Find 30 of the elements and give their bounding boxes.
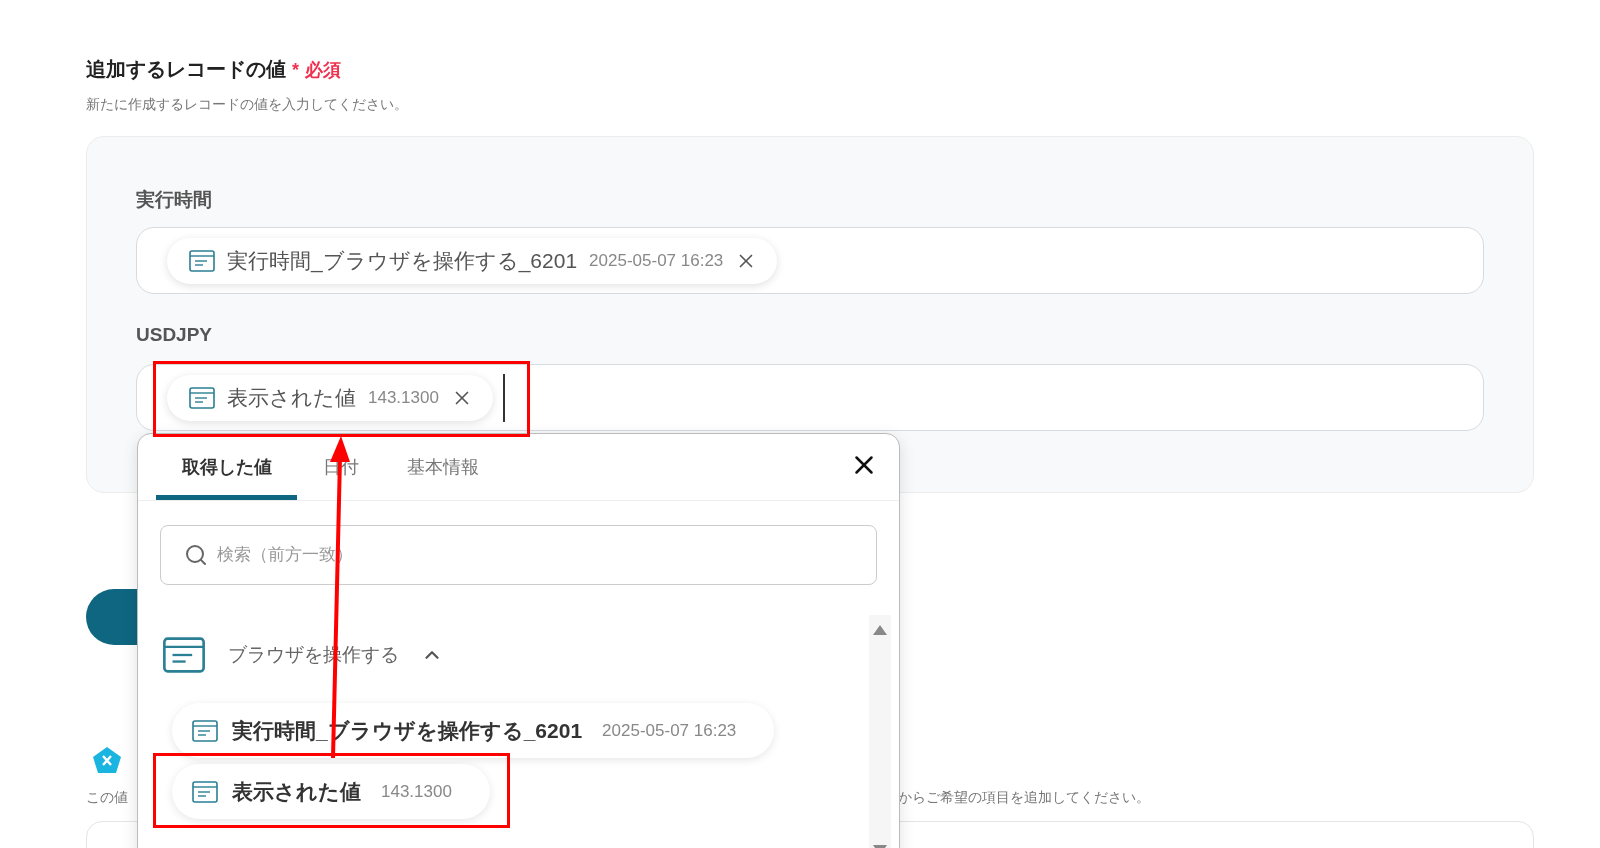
chip-value: 143.1300 bbox=[368, 387, 439, 408]
item-value: 2025-05-07 16:23 bbox=[602, 720, 737, 741]
item-name: 表示された値 bbox=[232, 778, 361, 805]
browser-window-icon bbox=[162, 637, 206, 673]
value-field[interactable]: 表示された値 143.1300 bbox=[136, 364, 1484, 431]
browser-window-icon bbox=[192, 780, 218, 803]
field-label: 実行時間 bbox=[136, 188, 213, 211]
item-value: 143.1300 bbox=[381, 781, 452, 802]
search-icon bbox=[184, 543, 208, 567]
value-chip[interactable]: 表示された値 143.1300 bbox=[167, 374, 493, 421]
required-label: 必須 bbox=[305, 59, 341, 82]
value-item[interactable]: 表示された値 143.1300 bbox=[172, 764, 490, 819]
chip-name: 実行時間_ブラウザを操作する_6201 bbox=[227, 247, 578, 275]
section-description: 新たに作成するレコードの値を入力してください。 bbox=[86, 96, 409, 114]
browser-window-icon bbox=[189, 386, 215, 409]
required-mark: * bbox=[292, 60, 299, 81]
section-title: 追加するレコードの値 bbox=[86, 57, 286, 82]
field-label: USDJPY bbox=[136, 324, 214, 347]
picker-tab[interactable]: 取得した値 bbox=[156, 434, 297, 500]
scrollbar[interactable] bbox=[869, 615, 891, 848]
browser-window-icon bbox=[189, 249, 215, 272]
chip-name: 表示された値 bbox=[227, 384, 356, 411]
value-chip[interactable]: 実行時間_ブラウザを操作する_6201 2025-05-07 16:23 bbox=[167, 237, 778, 284]
scroll-up-icon[interactable] bbox=[873, 625, 887, 635]
picker-tab[interactable]: 基本情報 bbox=[385, 434, 501, 500]
chip-value: 2025-05-07 16:23 bbox=[589, 250, 724, 271]
note-text: この値 bbox=[86, 789, 128, 807]
value-field[interactable]: 実行時間_ブラウザを操作する_6201 2025-05-07 16:23 bbox=[136, 227, 1484, 294]
browser-window-icon bbox=[192, 719, 218, 742]
pentagon-x-icon bbox=[92, 746, 122, 774]
